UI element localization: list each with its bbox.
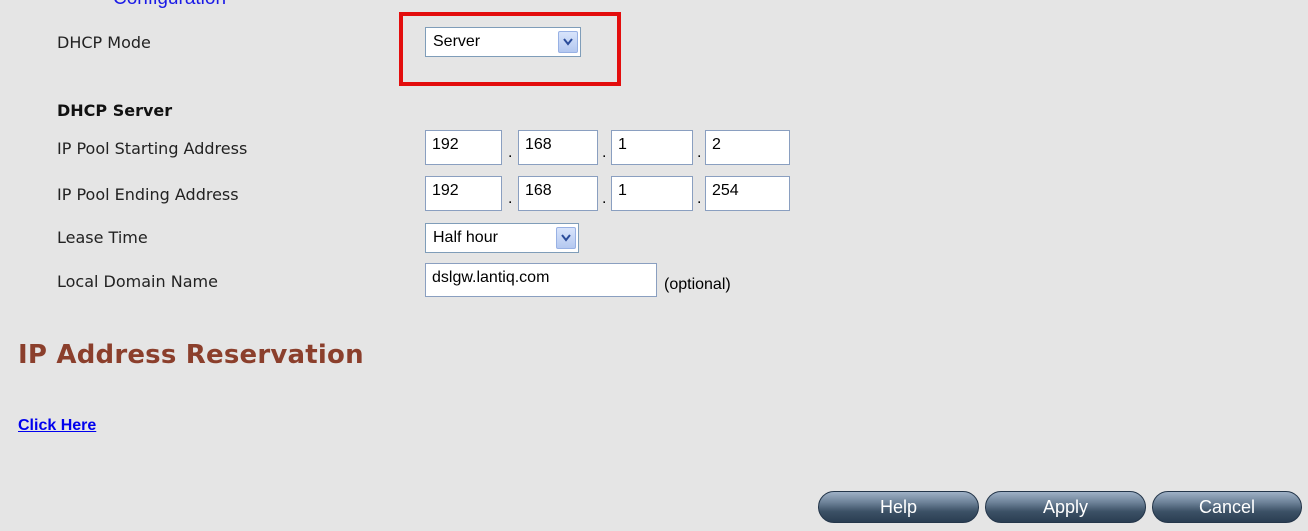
ip-separator: .	[697, 144, 702, 161]
ip-pool-end-label: IP Pool Ending Address	[57, 185, 239, 204]
ip-start-octet-1[interactable]: 192	[425, 130, 502, 165]
optional-hint: (optional)	[664, 276, 731, 293]
ip-separator: .	[508, 144, 513, 161]
ip-end-octet-4[interactable]: 254	[705, 176, 790, 211]
ip-separator: .	[697, 190, 702, 207]
apply-button[interactable]: Apply	[985, 491, 1146, 523]
lease-time-value: Half hour	[433, 229, 498, 246]
cancel-button[interactable]: Cancel	[1152, 491, 1302, 523]
dhcp-mode-value: Server	[433, 33, 481, 50]
lease-time-select[interactable]: Half hour	[425, 223, 579, 253]
chevron-down-icon[interactable]	[556, 227, 576, 249]
dhcp-mode-select[interactable]: Server	[425, 27, 581, 57]
click-here-link[interactable]: Click Here	[18, 417, 96, 435]
ip-start-octet-3[interactable]: 1	[611, 130, 693, 165]
ip-end-octet-2[interactable]: 168	[518, 176, 598, 211]
ip-separator: .	[602, 144, 607, 161]
ip-start-octet-4[interactable]: 2	[705, 130, 790, 165]
chevron-down-icon[interactable]	[558, 31, 578, 53]
ip-address-reservation-heading: IP Address Reservation	[18, 340, 364, 370]
top-link[interactable]: Configuration	[113, 0, 226, 10]
help-button[interactable]: Help	[818, 491, 979, 523]
ip-end-octet-3[interactable]: 1	[611, 176, 693, 211]
lease-time-label: Lease Time	[57, 228, 148, 247]
ip-end-octet-1[interactable]: 192	[425, 176, 502, 211]
local-domain-input[interactable]: dslgw.lantiq.com	[425, 263, 657, 297]
dhcp-mode-label: DHCP Mode	[57, 33, 151, 52]
ip-pool-start-label: IP Pool Starting Address	[57, 139, 248, 158]
ip-start-octet-2[interactable]: 168	[518, 130, 598, 165]
ip-separator: .	[508, 190, 513, 207]
dhcp-server-section-title: DHCP Server	[57, 101, 173, 120]
local-domain-label: Local Domain Name	[57, 272, 218, 291]
ip-separator: .	[602, 190, 607, 207]
